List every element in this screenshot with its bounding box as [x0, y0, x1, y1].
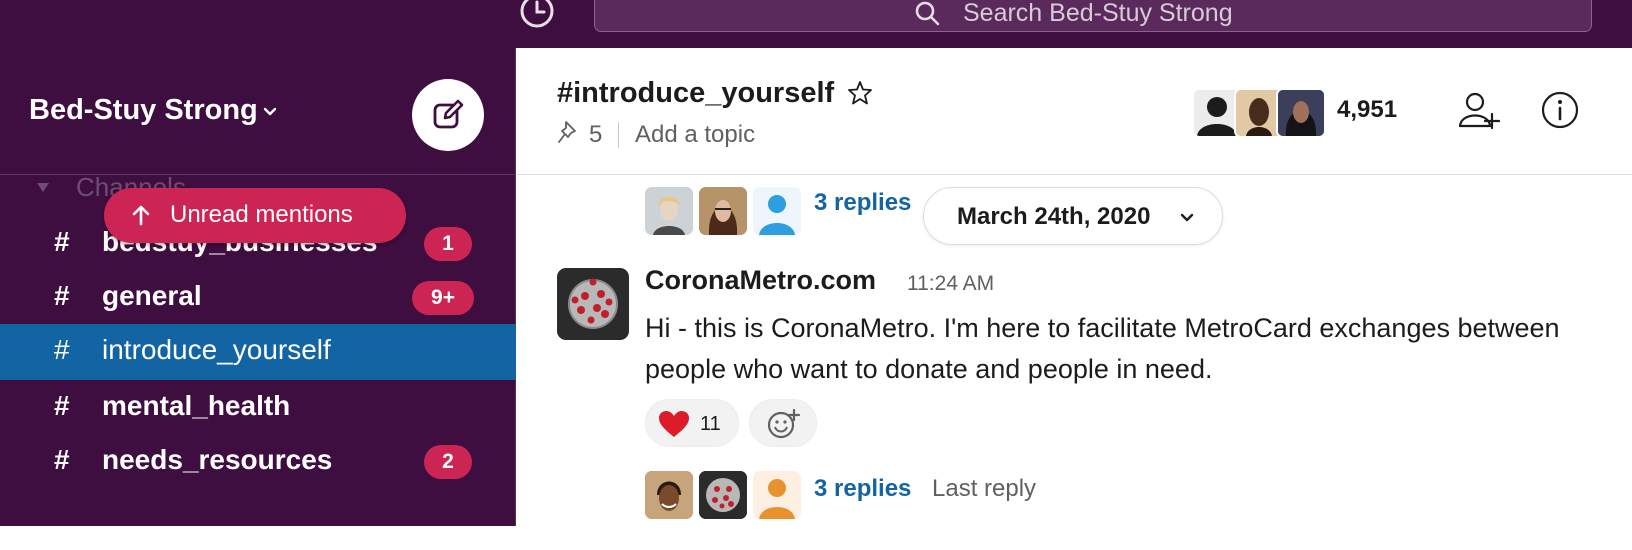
- message-text: Hi - this is CoronaMetro. I'm here to fa…: [645, 313, 1560, 384]
- chevron-down-icon[interactable]: [262, 106, 278, 118]
- hash-icon: #: [54, 280, 70, 311]
- avatar: [645, 471, 693, 519]
- hash-icon: #: [54, 334, 70, 365]
- star-icon[interactable]: [847, 80, 873, 106]
- avatar: [699, 471, 747, 519]
- unread-mentions-button[interactable]: Unread mentions: [104, 188, 406, 243]
- date-label: March 24th, 2020: [957, 203, 1151, 230]
- channel-name: neighborhood: [102, 530, 291, 550]
- search-placeholder: Search Bed-Stuy Strong: [963, 0, 1233, 27]
- add-reaction-button[interactable]: [749, 399, 817, 447]
- avatar: [753, 187, 801, 235]
- pin-icon: [558, 121, 576, 143]
- divider: [618, 122, 619, 148]
- compose-icon: [433, 99, 464, 129]
- pinned-count[interactable]: 5: [589, 121, 602, 149]
- avatar: [699, 187, 747, 235]
- sidebar-item-needs-resources[interactable]: # needs_resources 2: [0, 434, 516, 490]
- avatar: [1276, 88, 1326, 138]
- heart-icon: [659, 411, 689, 437]
- compose-button[interactable]: [412, 79, 484, 151]
- message-pane: 3 replies March 24th, 2020 CoronaMetro.c…: [517, 175, 1632, 526]
- member-count[interactable]: 4,951: [1337, 96, 1397, 124]
- message-timestamp[interactable]: 11:24 AM: [907, 272, 994, 296]
- add-topic-link[interactable]: Add a topic: [635, 121, 755, 149]
- thread-replies-link[interactable]: 3 replies: [814, 475, 911, 503]
- reaction-count: 11: [700, 413, 721, 435]
- arrow-up-icon: [132, 205, 150, 226]
- sidebar-item-neighborhood[interactable]: # neighborhood: [0, 510, 516, 550]
- avatar: [753, 471, 801, 519]
- avatar: [645, 187, 693, 235]
- info-icon[interactable]: [1540, 90, 1580, 130]
- workspace-name[interactable]: Bed-Stuy Strong: [29, 94, 258, 127]
- chevron-down-icon: [1180, 213, 1194, 222]
- channel-name: needs_resources: [102, 444, 333, 475]
- channel-name: general: [102, 280, 202, 311]
- caret-down-icon[interactable]: [36, 182, 50, 194]
- channel-name: mental_health: [102, 390, 291, 421]
- last-reply-label: Last reply: [932, 475, 1037, 502]
- channel-title[interactable]: #introduce_yourself: [557, 77, 834, 110]
- hash-icon: #: [54, 444, 70, 475]
- channel-name: introduce_yourself: [102, 334, 331, 365]
- add-member-icon[interactable]: [1457, 88, 1501, 132]
- sidebar-item-general[interactable]: # general 9+: [0, 270, 516, 326]
- sidebar-item-introduce-yourself[interactable]: # introduce_yourself: [0, 324, 516, 380]
- unread-mentions-label: Unread mentions: [170, 201, 353, 228]
- workspace-header: Bed-Stuy Strong: [0, 48, 516, 175]
- hash-icon: #: [54, 226, 70, 257]
- sidebar-item-mental-health[interactable]: # mental_health: [0, 380, 516, 436]
- mention-badge: 2: [424, 445, 472, 479]
- top-bar: Search Bed-Stuy Strong: [0, 0, 1632, 48]
- message-sender[interactable]: CoronaMetro.com: [645, 265, 876, 296]
- sidebar: Bed-Stuy Strong Channels # bedstuy_busin…: [0, 48, 516, 550]
- member-avatars[interactable]: [1192, 88, 1326, 138]
- add-emoji-icon: [767, 408, 801, 439]
- channel-header: #introduce_yourself 5 Add a topic 4,951: [517, 48, 1632, 175]
- mention-badge: 9+: [412, 281, 474, 315]
- sender-avatar[interactable]: [557, 268, 629, 340]
- search-bar[interactable]: Search Bed-Stuy Strong: [594, 0, 1592, 32]
- hash-icon: #: [54, 390, 70, 421]
- clock-history-icon[interactable]: [518, 0, 556, 30]
- reaction-heart[interactable]: 11: [645, 399, 739, 447]
- mention-badge: 1: [424, 227, 472, 261]
- search-icon: [915, 1, 940, 26]
- date-divider-button[interactable]: March 24th, 2020: [923, 187, 1223, 245]
- thread-replies-link[interactable]: 3 replies: [814, 189, 911, 217]
- hash-icon: #: [54, 530, 70, 550]
